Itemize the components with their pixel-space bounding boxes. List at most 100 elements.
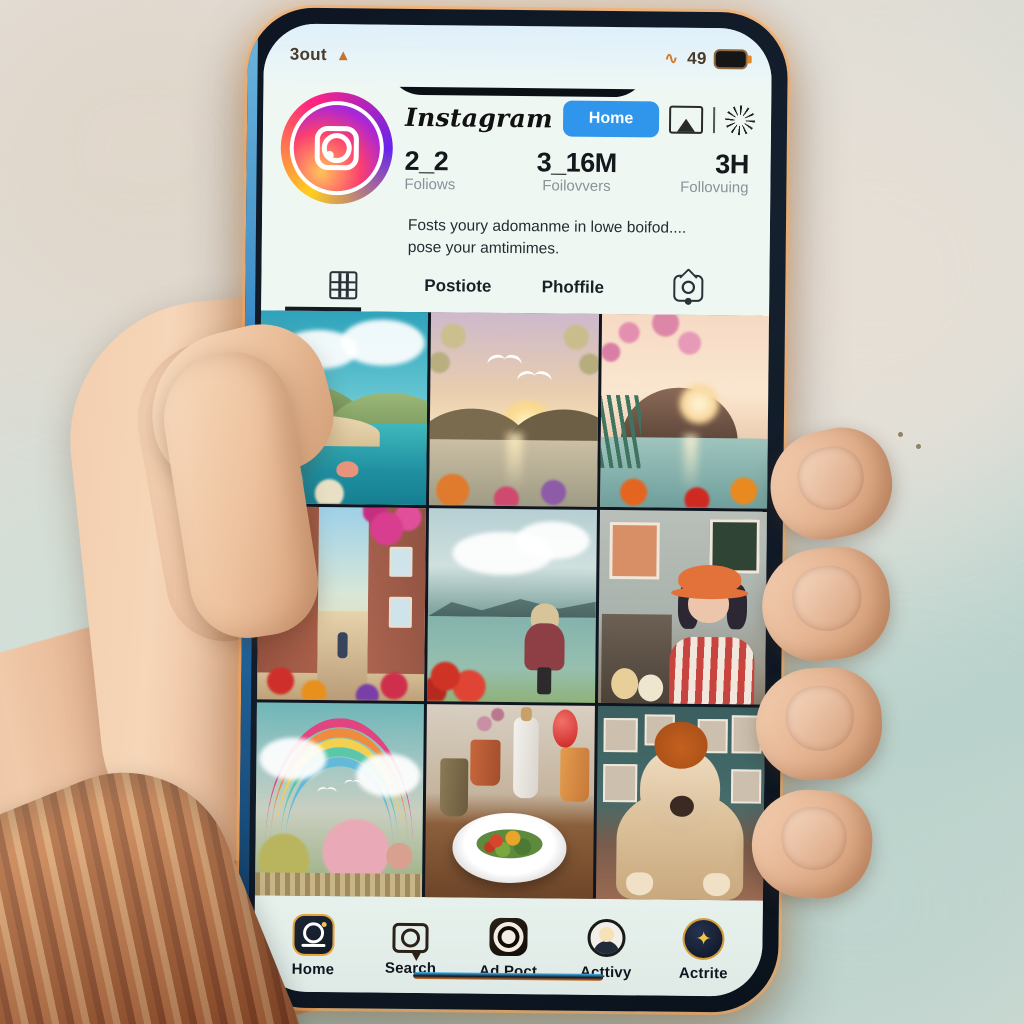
- mountain-range: [428, 593, 596, 618]
- fence: [254, 872, 423, 898]
- plate: [452, 812, 567, 884]
- profile-header-right: Instagram Home 2_2 Foliows 3_16M Foilovv…: [404, 93, 756, 197]
- smartphone: 3out ▲ ∿ 49 Instagram Home 2_2 Foliows 3…: [237, 7, 789, 1013]
- profile-header: Instagram Home 2_2 Foliows 3_16M Foilovv…: [261, 85, 772, 268]
- avatar-inner-ring: [293, 104, 381, 192]
- nav-label: Home: [291, 960, 335, 979]
- photo-sunset-birds[interactable]: [429, 312, 599, 507]
- wall-photo: [730, 769, 761, 805]
- cloud: [356, 753, 421, 797]
- cloud: [340, 318, 425, 367]
- profile-tabs: Postiote Phoffile: [261, 262, 770, 316]
- finger: [754, 665, 884, 783]
- foliage: [429, 312, 482, 390]
- battery-icon: [715, 51, 746, 68]
- nav-item-create[interactable]: ✦ Actrite: [659, 919, 748, 983]
- person-figure: [524, 582, 566, 695]
- coffee-cup: [439, 758, 469, 817]
- signal-icon: ∿: [664, 50, 679, 68]
- fern: [600, 394, 642, 469]
- window: [388, 596, 413, 628]
- photo-lake-woman[interactable]: [427, 508, 597, 703]
- boat: [336, 461, 359, 478]
- wall-photo: [603, 763, 638, 803]
- stat-value: 2_2: [404, 145, 449, 177]
- tab-label: Postiote: [424, 275, 492, 296]
- tab-posts[interactable]: Postiote: [400, 276, 515, 309]
- speck: [898, 432, 903, 437]
- stat-followers[interactable]: 3_16M Foilovvers: [519, 147, 634, 196]
- compose-box-icon[interactable]: [669, 105, 704, 134]
- gourd: [611, 668, 639, 700]
- camera-glyph: [314, 125, 360, 171]
- bird: [488, 355, 522, 369]
- photo-mountain-lake[interactable]: [599, 313, 770, 509]
- tab-tagged[interactable]: [630, 275, 745, 315]
- stat-value: 3_16M: [536, 147, 617, 179]
- stat-label: Follovuing: [680, 179, 749, 197]
- stat-following[interactable]: 3H Follovuing: [634, 149, 755, 197]
- blossom-branch: [599, 313, 714, 373]
- brand-row: Instagram Home: [405, 99, 756, 139]
- app-wordmark: Instagram: [404, 102, 553, 133]
- profile-stats: 2_2 Foliows 3_16M Foilovvers 3H Follovui…: [404, 145, 755, 197]
- photo-woman-hat[interactable]: [597, 509, 767, 705]
- milk-bottle: [513, 716, 540, 798]
- woman: [661, 564, 763, 705]
- gourd: [637, 674, 664, 702]
- status-bar-right: ∿ 49: [664, 48, 746, 70]
- nav-item-search[interactable]: Search: [366, 918, 455, 977]
- battery-percent: 49: [687, 48, 707, 69]
- dog-paw: [702, 872, 730, 897]
- terracotta-pot: [469, 739, 501, 786]
- nav-item-home[interactable]: Home: [269, 915, 358, 978]
- profile-bio: Fosts youry adomanme in lowe boifod.... …: [280, 214, 752, 264]
- bougainvillea: [362, 506, 424, 559]
- person-walking: [337, 631, 349, 658]
- stat-label: Foliows: [404, 176, 456, 194]
- photo-rainbow[interactable]: [254, 702, 425, 898]
- tab-label: Phoffile: [541, 277, 605, 297]
- striped-shirt: [669, 636, 755, 705]
- flowers: [429, 454, 598, 507]
- home-button[interactable]: Home: [562, 100, 660, 138]
- activity-avatar-icon: [586, 918, 626, 958]
- salad: [476, 828, 543, 859]
- red-balloon: [552, 709, 578, 749]
- instagram-logo-icon[interactable]: [280, 91, 394, 205]
- vertical-divider: [713, 107, 716, 134]
- phone-screen: 3out ▲ ∿ 49 Instagram Home 2_2 Foliows 3…: [253, 23, 773, 997]
- nav-item-activity[interactable]: Acttivy: [562, 918, 651, 982]
- status-bar-left: 3out ▲: [290, 45, 351, 66]
- tagged-photos-icon: [672, 275, 703, 303]
- stat-posts[interactable]: 2_2 Foliows: [404, 145, 519, 195]
- dress: [524, 622, 566, 671]
- speck: [916, 444, 921, 449]
- home-camera-icon: [294, 915, 333, 955]
- dotted-circle-icon[interactable]: [725, 105, 756, 136]
- photo-food-table[interactable]: [425, 704, 595, 899]
- balloon: [385, 842, 413, 870]
- juice-jar: [560, 747, 590, 803]
- camera-dot: [325, 151, 334, 160]
- photo-grid: [254, 310, 770, 901]
- orange-hat: [678, 564, 741, 594]
- add-post-icon: [489, 917, 528, 957]
- photo-dog[interactable]: [595, 705, 765, 901]
- stat-value: 3H: [715, 149, 749, 180]
- fingernail: [792, 440, 870, 516]
- bird: [518, 371, 552, 385]
- tab-grid[interactable]: [285, 270, 400, 312]
- nav-item-add-post[interactable]: Ad Poct: [464, 917, 553, 981]
- create-icon: ✦: [684, 919, 723, 959]
- red-foliage: [427, 650, 502, 702]
- foliage: [547, 312, 599, 392]
- dog-paw: [625, 872, 653, 896]
- legs: [537, 667, 552, 695]
- tab-profile[interactable]: Phoffile: [515, 277, 630, 310]
- cloud: [515, 520, 590, 560]
- dog-topknot: [653, 721, 708, 769]
- profile-header-top: Instagram Home 2_2 Foliows 3_16M Foilovv…: [280, 91, 756, 209]
- wifi-icon: ▲: [335, 46, 352, 64]
- status-time: 3out: [289, 44, 327, 65]
